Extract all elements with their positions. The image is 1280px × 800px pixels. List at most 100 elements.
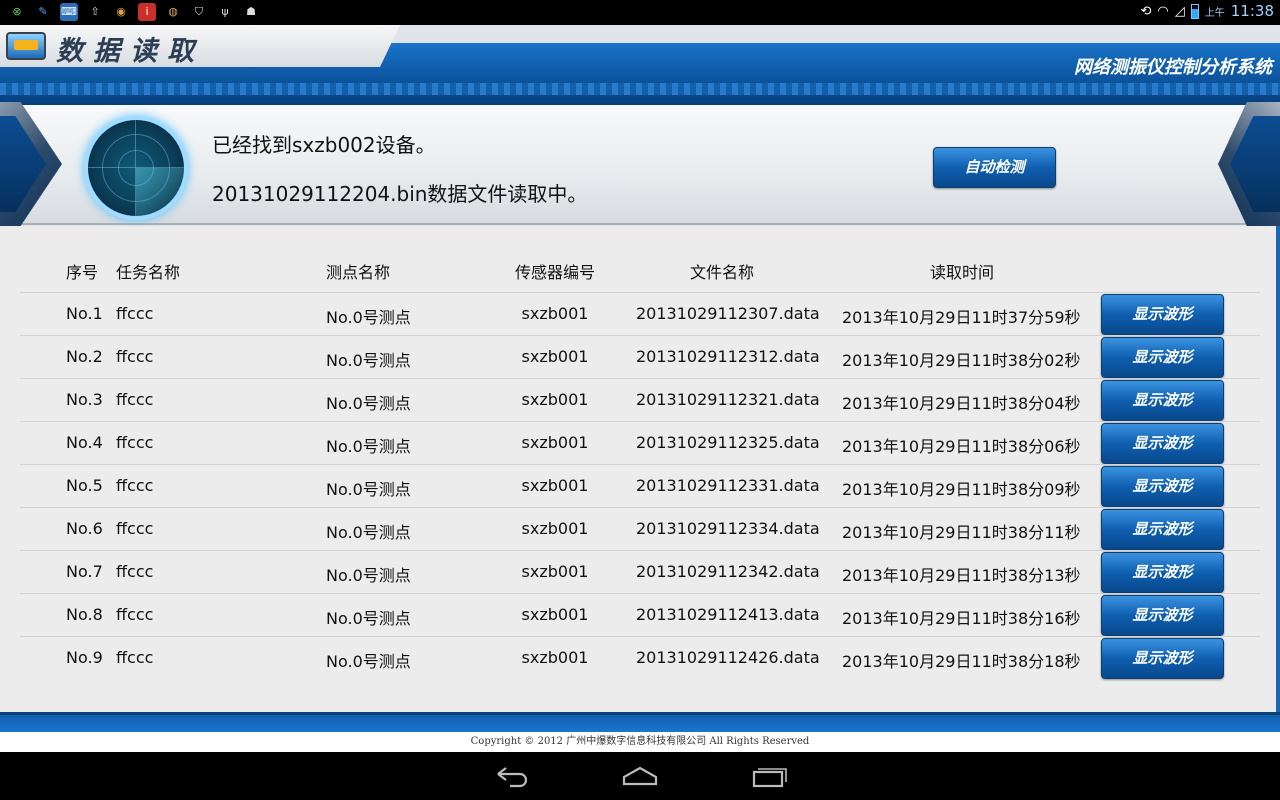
show-waveform-button[interactable]: 显示波形: [1101, 294, 1224, 335]
cell-no: No.7: [66, 562, 103, 581]
clock-ampm: 上午: [1204, 7, 1225, 19]
cell-file: 20131029112312.data: [636, 347, 820, 366]
cell-sensor: sxzb001: [521, 304, 589, 323]
cell-task: ffccc: [116, 304, 154, 323]
brush-icon: ✎: [38, 5, 48, 18]
cell-sensor: sxzb001: [521, 433, 589, 452]
back-icon[interactable]: [492, 764, 532, 788]
shield-app-icon: ⛉: [194, 5, 204, 18]
signal-icon: ◿: [1174, 3, 1185, 19]
table-row: No.9 ffccc No.0号测点 sxzb001 20131029112426.da…: [20, 636, 1260, 679]
status-right: ⟲ ◠ ◿ 上午 11:38: [1141, 2, 1274, 20]
cell-time: 2013年10月29日11时38分02秒: [842, 351, 1081, 370]
bottom-banner: [0, 712, 1280, 732]
cell-task: ffccc: [116, 519, 154, 538]
cell-file: 20131029112413.data: [636, 605, 820, 624]
header-stripe: [0, 83, 1280, 95]
globe-app-icon: ◍: [168, 5, 178, 18]
page-title: 数据读取: [56, 36, 204, 67]
cell-no: No.3: [66, 390, 103, 409]
cell-file: 20131029112331.data: [636, 476, 820, 495]
header-sensor: 传感器编号: [514, 263, 595, 282]
cell-time: 2013年10月29日11时38分04秒: [842, 394, 1081, 413]
show-waveform-button[interactable]: 显示波形: [1101, 423, 1224, 464]
device-found-message: 已经找到sxzb002设备。: [212, 133, 436, 157]
cell-time: 2013年10月29日11时37分59秒: [842, 308, 1081, 327]
cell-task: ffccc: [116, 347, 154, 366]
cell-point: No.0号测点: [326, 351, 411, 370]
auto-detect-button[interactable]: 自动检测: [933, 147, 1056, 188]
cell-file: 20131029112321.data: [636, 390, 820, 409]
cell-file: 20131029112325.data: [636, 433, 820, 452]
cell-file: 20131029112334.data: [636, 519, 820, 538]
show-waveform-button[interactable]: 显示波形: [1101, 466, 1224, 507]
battery-icon: [1190, 3, 1199, 19]
cell-file: 20131029112342.data: [636, 562, 820, 581]
header-task: 任务名称: [116, 263, 181, 282]
cell-no: No.2: [66, 347, 103, 366]
cell-point: No.0号测点: [326, 523, 411, 542]
radar-icon: [84, 116, 188, 220]
status-bar: ⊗ ✎ ⌨ ⇧ ◉ i ◍ ⛉ ψ ☗ ⟲ ◠ ◿ 上午 11:38: [0, 0, 1280, 25]
cell-file: 20131029112307.data: [636, 304, 820, 323]
cell-no: No.8: [66, 605, 103, 624]
cell-no: No.9: [66, 648, 103, 667]
status-panel-frame: 已经找到sxzb002设备。 20131029112204.bin数据文件读取中…: [0, 102, 1280, 226]
notification-icons: ⊗ ✎ ⌨ ⇧ ◉ i ◍ ⛉ ψ ☗: [8, 3, 260, 21]
wifi-icon: ◠: [1157, 3, 1169, 19]
data-table: 序号 任务名称 测点名称 传感器编号 文件名称 读取时间 No.1 ffccc No…: [0, 226, 1280, 712]
show-waveform-button[interactable]: 显示波形: [1101, 595, 1224, 636]
show-waveform-button[interactable]: 显示波形: [1101, 638, 1224, 679]
app-logo-icon: [6, 32, 46, 60]
app-window: 数据读取 网络测振仪控制分析系统 已经找到sxzb002设备。 20131029…: [0, 25, 1280, 752]
cell-sensor: sxzb001: [521, 605, 589, 624]
cell-time: 2013年10月29日11时38分11秒: [842, 523, 1081, 542]
recent-apps-icon[interactable]: [750, 764, 790, 788]
android-debug-icon: ⊗: [12, 5, 22, 18]
cell-no: No.5: [66, 476, 103, 495]
cell-point: No.0号测点: [326, 480, 411, 499]
cell-point: No.0号测点: [326, 566, 411, 585]
cell-task: ffccc: [116, 605, 154, 624]
info-app-icon: i: [138, 3, 156, 21]
cell-time: 2013年10月29日11时38分13秒: [842, 566, 1081, 585]
show-waveform-button[interactable]: 显示波形: [1101, 509, 1224, 550]
table-row: No.5 ffccc No.0号测点 sxzb001 20131029112331.da…: [20, 464, 1260, 507]
table-row: No.7 ffccc No.0号测点 sxzb001 20131029112342.da…: [20, 550, 1260, 593]
rotate-icon: ⟲: [1140, 3, 1152, 19]
table-row: No.3 ffccc No.0号测点 sxzb001 20131029112321.da…: [20, 378, 1260, 421]
cell-sensor: sxzb001: [521, 347, 589, 366]
show-waveform-button[interactable]: 显示波形: [1101, 552, 1224, 593]
status-panel: 已经找到sxzb002设备。 20131029112204.bin数据文件读取中…: [0, 105, 1276, 225]
cell-point: No.0号测点: [326, 437, 411, 456]
cell-time: 2013年10月29日11时38分06秒: [842, 437, 1081, 456]
clock-time: 11:38: [1230, 2, 1274, 20]
home-icon[interactable]: [620, 764, 660, 788]
show-waveform-button[interactable]: 显示波形: [1101, 380, 1224, 421]
table-row: No.4 ffccc No.0号测点 sxzb001 20131029112325.da…: [20, 421, 1260, 464]
table-row: No.2 ffccc No.0号测点 sxzb001 20131029112312.da…: [20, 335, 1260, 378]
show-waveform-button[interactable]: 显示波形: [1101, 337, 1224, 378]
cell-task: ffccc: [116, 648, 154, 667]
cell-task: ffccc: [116, 433, 154, 452]
cell-sensor: sxzb001: [521, 390, 589, 409]
cell-sensor: sxzb001: [521, 562, 589, 581]
android-icon: ☗: [246, 5, 256, 18]
system-title: 网络测振仪控制分析系统: [1074, 57, 1272, 78]
file-reading-message: 20131029112204.bin数据文件读取中。: [212, 182, 588, 206]
cell-task: ffccc: [116, 562, 154, 581]
cell-point: No.0号测点: [326, 652, 411, 671]
cell-no: No.4: [66, 433, 103, 452]
usb-icon: ψ: [221, 5, 229, 18]
cell-no: No.1: [66, 304, 103, 323]
copyright-footer: Copyright © 2012 广州中爆数字信息科技有限公司 All Righ…: [0, 732, 1280, 752]
cell-point: No.0号测点: [326, 609, 411, 628]
cell-time: 2013年10月29日11时38分09秒: [842, 480, 1081, 499]
cell-time: 2013年10月29日11时38分18秒: [842, 652, 1081, 671]
header-no: 序号: [66, 263, 99, 282]
cell-no: No.6: [66, 519, 103, 538]
keyboard-icon: ⌨: [60, 3, 78, 21]
cell-sensor: sxzb001: [521, 648, 589, 667]
cell-time: 2013年10月29日11时38分16秒: [842, 609, 1081, 628]
cell-task: ffccc: [116, 476, 154, 495]
